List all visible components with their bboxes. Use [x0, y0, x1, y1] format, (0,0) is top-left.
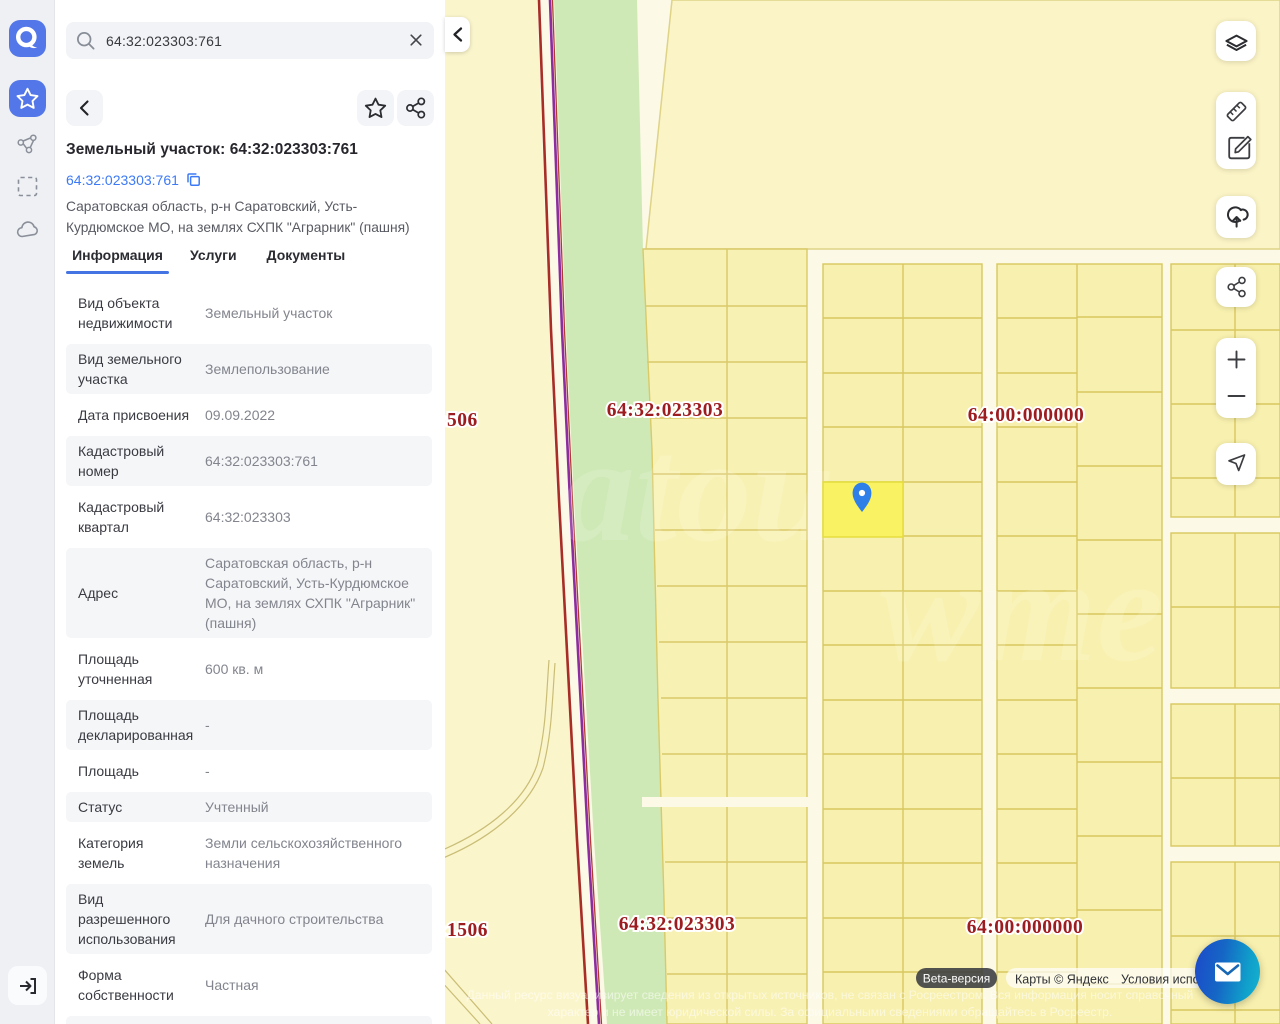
svg-text:atou: atou	[560, 407, 835, 573]
svg-text:характер и не имеет юридическо: характер и не имеет юридической силы. За…	[548, 1005, 1113, 1019]
svg-text:Beta-версия: Beta-версия	[923, 972, 990, 986]
svg-text:64:00:000000: 64:00:000000	[968, 405, 1085, 426]
svg-text:wme: wme	[880, 527, 1163, 693]
svg-text:64:00:000000: 64:00:000000	[967, 917, 1084, 938]
svg-text:Данный ресурс визуализирует св: Данный ресурс визуализирует сведения из …	[467, 988, 1194, 1002]
svg-text:Карты © Яндекс: Карты © Яндекс	[1015, 973, 1109, 987]
svg-text::1506: :1506	[445, 920, 488, 941]
svg-text:64:32:023303: 64:32:023303	[619, 914, 736, 935]
svg-text::506: :506	[445, 410, 478, 431]
svg-text:64:32:023303: 64:32:023303	[607, 400, 724, 421]
